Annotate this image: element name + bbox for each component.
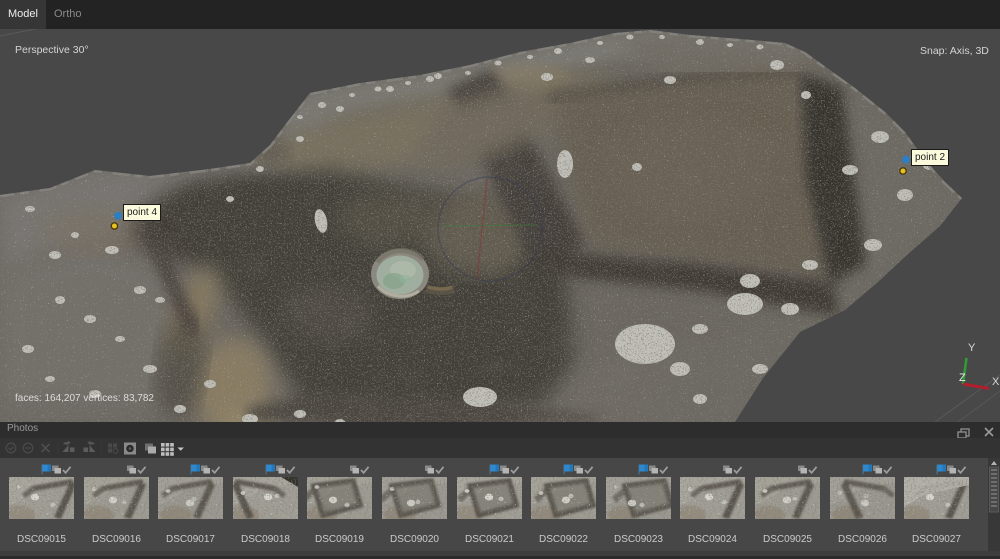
- svg-text:X: X: [992, 376, 1000, 388]
- svg-text:Y: Y: [968, 342, 976, 354]
- svg-text:Z: Z: [959, 372, 966, 384]
